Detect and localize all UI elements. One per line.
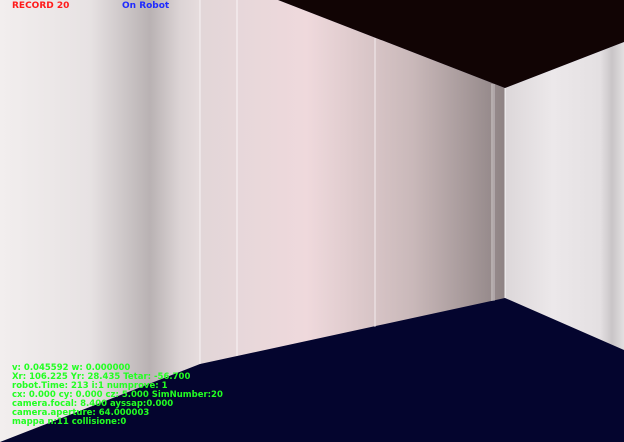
record-label: RECORD 20 bbox=[12, 1, 70, 11]
telemetry-panel: v: 0.045592 w: 0.000000 Xr: 106.225 Yr: … bbox=[12, 364, 223, 427]
simulation-viewport[interactable]: RECORD 20 On Robot v: 0.045592 w: 0.0000… bbox=[0, 0, 624, 442]
right-wall bbox=[505, 42, 624, 350]
mode-label: On Robot bbox=[122, 1, 170, 11]
telemetry-line-map: mappa n:11 collisione:0 bbox=[12, 417, 127, 427]
